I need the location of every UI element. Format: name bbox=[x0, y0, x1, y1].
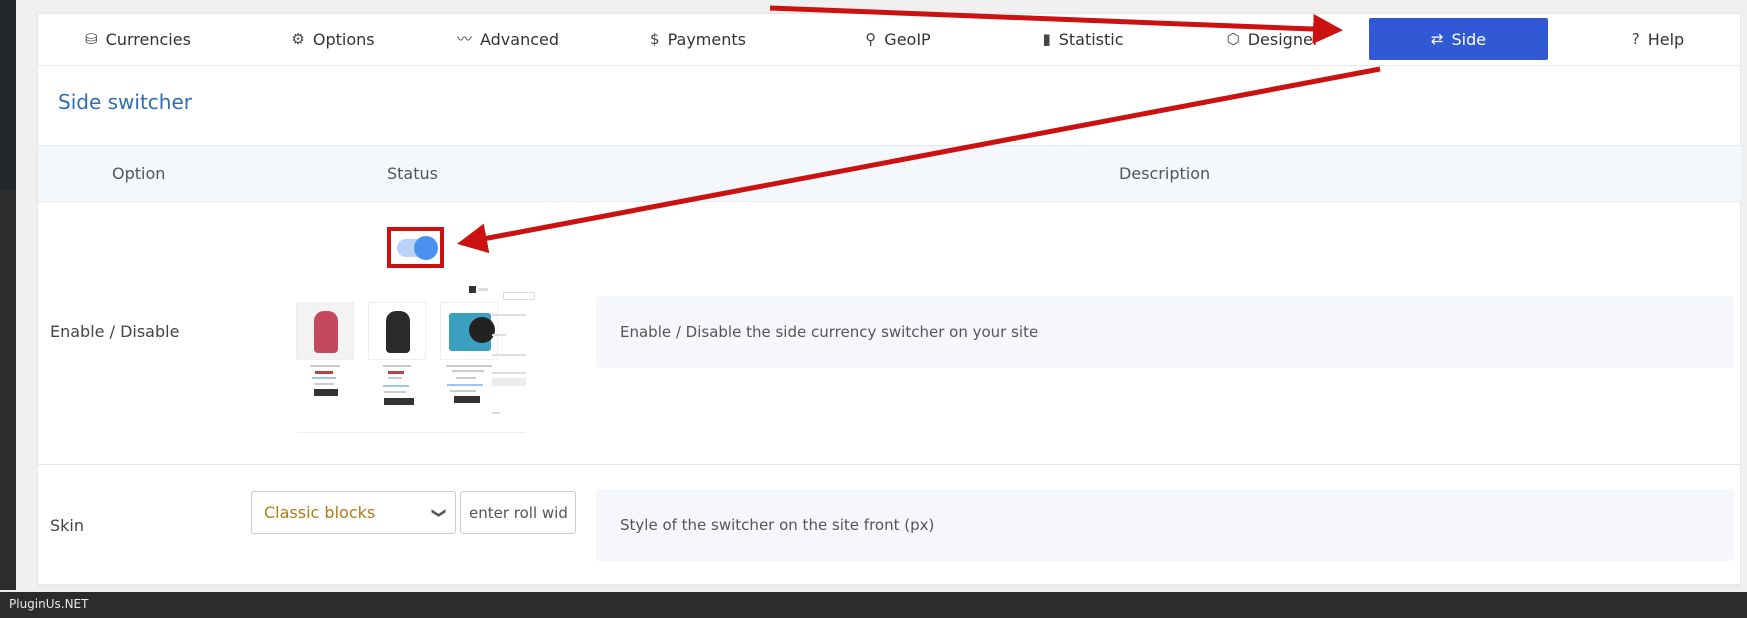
tab-side[interactable]: ⇄ Side bbox=[1369, 18, 1548, 60]
enable-toggle[interactable] bbox=[396, 235, 438, 260]
tab-options[interactable]: ⚙ Options bbox=[278, 18, 388, 60]
table-header: Option Status Description bbox=[38, 145, 1742, 202]
section-title: Side switcher bbox=[58, 90, 192, 114]
tab-designer[interactable]: ⬡ Designer bbox=[1213, 18, 1333, 60]
column-header-description: Description bbox=[1119, 164, 1211, 183]
tab-advanced[interactable]: 〰 Advanced bbox=[448, 18, 568, 60]
toggle-highlight-box bbox=[387, 227, 444, 268]
row-divider bbox=[38, 464, 1742, 465]
tab-label: Statistic bbox=[1058, 29, 1124, 49]
enable-disable-description: Enable / Disable the side currency switc… bbox=[596, 296, 1734, 368]
enable-disable-label: Enable / Disable bbox=[50, 322, 180, 341]
product-thumb bbox=[296, 302, 354, 360]
chevron-down-icon: ❯ bbox=[431, 506, 448, 519]
footer-bar: PluginUs.NET bbox=[0, 592, 1747, 618]
gear-icon: ⚙ bbox=[291, 29, 305, 48]
bar-chart-icon: ▮ bbox=[1042, 29, 1051, 48]
wave-icon: 〰 bbox=[456, 29, 472, 48]
box-icon: ⬡ bbox=[1226, 29, 1240, 48]
skin-select[interactable]: Classic blocks ❯ bbox=[251, 491, 456, 534]
tab-statistic[interactable]: ▮ Statistic bbox=[1028, 18, 1138, 60]
product-thumb bbox=[440, 302, 498, 360]
tab-payments[interactable]: $ Payments bbox=[638, 18, 758, 60]
skin-label: Skin bbox=[50, 516, 85, 535]
roll-width-input[interactable] bbox=[460, 491, 576, 534]
cubes-icon: ⛁ bbox=[85, 29, 98, 48]
side-switcher-preview-image bbox=[292, 284, 538, 434]
skin-select-value: Classic blocks bbox=[264, 503, 376, 522]
tab-label: Side bbox=[1451, 29, 1487, 49]
tab-label: Help bbox=[1647, 29, 1685, 49]
admin-sidebar bbox=[0, 0, 16, 190]
exchange-icon: ⇄ bbox=[1430, 29, 1444, 48]
tab-bar: ⛁ Currencies ⚙ Options 〰 Advanced $ Paym… bbox=[38, 14, 1742, 66]
column-header-option: Option bbox=[112, 164, 166, 183]
tab-label: Designer bbox=[1247, 29, 1320, 49]
column-header-status: Status bbox=[387, 164, 438, 183]
skin-description: Style of the switcher on the site front … bbox=[596, 489, 1734, 561]
tab-label: Currencies bbox=[105, 29, 191, 49]
tab-currencies[interactable]: ⛁ Currencies bbox=[78, 18, 198, 60]
footer-brand: PluginUs.NET bbox=[9, 597, 89, 611]
tab-label: GeoIP bbox=[884, 29, 931, 49]
product-thumb bbox=[368, 302, 426, 360]
row-divider bbox=[38, 586, 1742, 587]
map-pin-icon: ⚲ bbox=[865, 29, 877, 48]
question-circle-icon: ? bbox=[1631, 29, 1640, 48]
tab-label: Advanced bbox=[479, 29, 560, 49]
toggle-knob bbox=[413, 235, 438, 260]
tab-label: Payments bbox=[667, 29, 746, 49]
tab-geoip[interactable]: ⚲ GeoIP bbox=[848, 18, 948, 60]
dollar-icon: $ bbox=[650, 29, 660, 48]
tab-help[interactable]: ? Help bbox=[1608, 18, 1708, 60]
tab-label: Options bbox=[312, 29, 375, 49]
admin-sidebar-lower bbox=[0, 190, 16, 590]
